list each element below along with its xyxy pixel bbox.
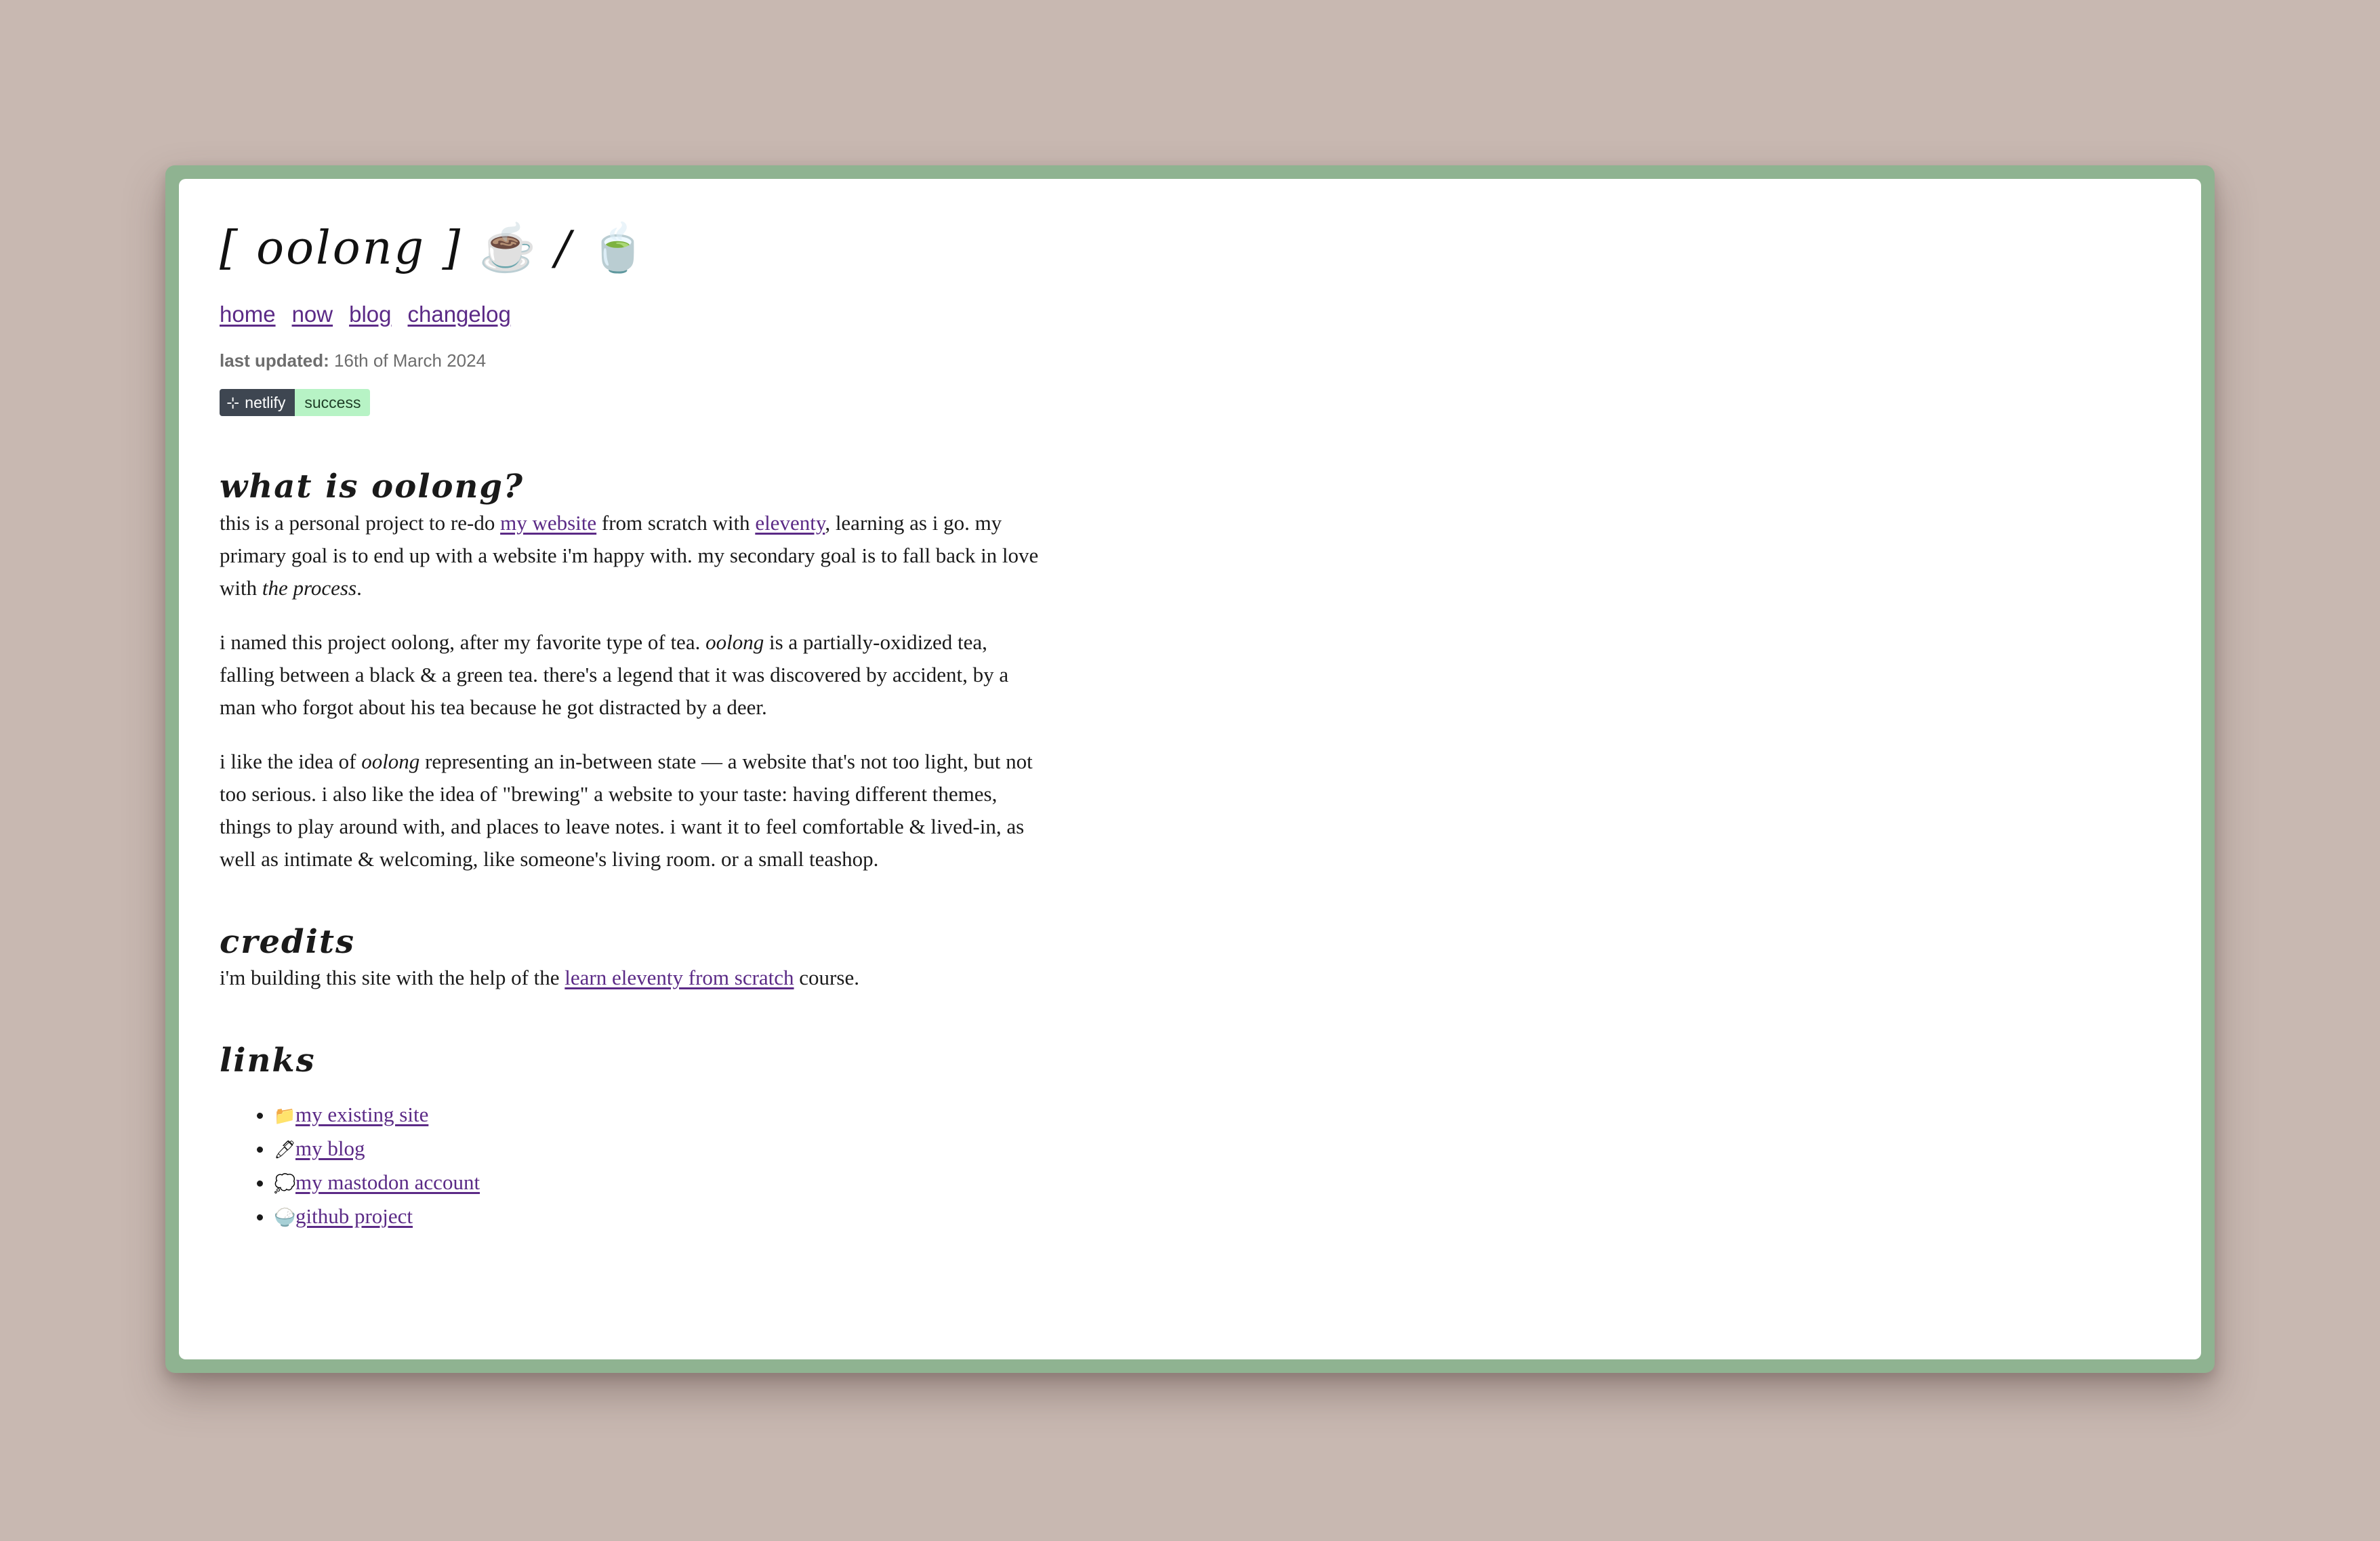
about-p1-emphasis: the process <box>262 575 357 600</box>
credits-text-b: course. <box>794 966 859 990</box>
github-project-link[interactable]: github project <box>295 1204 413 1228</box>
window-frame: [ oolong ] ☕ / 🍵 home now blog changelog… <box>165 165 2215 1373</box>
about-paragraph-2: i named this project oolong, after my fa… <box>220 626 1046 724</box>
links-heading: links <box>220 1042 316 1080</box>
list-item: 🍚github project <box>274 1200 1046 1234</box>
last-updated-label: last updated: <box>220 350 329 371</box>
badge-row: ⊹ netlify success <box>220 371 1046 416</box>
links-list: 📁my existing site 🖊my blog 💭my mastodon … <box>220 1098 1046 1234</box>
site-title-text: [ oolong ] <box>220 222 463 275</box>
about-p3-text-a: i like the idea of <box>220 749 362 773</box>
about-paragraph-1: this is a personal project to re-do my w… <box>220 507 1046 604</box>
mastodon-link[interactable]: my mastodon account <box>295 1170 480 1194</box>
title-separator: / <box>555 222 573 275</box>
content-card: [ oolong ] ☕ / 🍵 home now blog changelog… <box>179 179 2201 1359</box>
credits-paragraph: i'm building this site with the help of … <box>220 962 1046 994</box>
folder-icon: 📁 <box>274 1105 296 1126</box>
nav-blog-link[interactable]: blog <box>349 302 391 327</box>
netlify-icon: ⊹ <box>226 393 240 411</box>
badge-status: success <box>295 389 371 416</box>
nav-home-link[interactable]: home <box>220 302 276 327</box>
about-p2-text-a: i named this project oolong, after my fa… <box>220 630 706 654</box>
about-paragraph-3: i like the idea of oolong representing a… <box>220 745 1046 876</box>
my-website-link[interactable]: my website <box>500 511 596 535</box>
list-item: 📁my existing site <box>274 1098 1046 1132</box>
about-p1-text-a: this is a personal project to re-do <box>220 510 501 535</box>
list-item: 💭my mastodon account <box>274 1166 1046 1200</box>
site-title: [ oolong ] ☕ / 🍵 <box>220 220 1046 277</box>
about-heading: what is oolong? <box>220 468 525 506</box>
main-nav: home now blog changelog <box>220 302 1046 327</box>
nav-changelog-link[interactable]: changelog <box>408 302 511 327</box>
blog-link[interactable]: my blog <box>295 1136 365 1160</box>
existing-site-link[interactable]: my existing site <box>295 1103 428 1126</box>
speech-bubble-icon: 💭 <box>274 1173 296 1194</box>
credits-heading: credits <box>220 922 356 961</box>
nav-now-link[interactable]: now <box>292 302 333 327</box>
learn-eleventy-link[interactable]: learn eleventy from scratch <box>565 966 794 989</box>
about-p1-text-d: . <box>356 575 362 600</box>
rice-bowl-icon: 🍚 <box>274 1207 296 1228</box>
about-p1-text-b: from scratch with <box>596 510 756 535</box>
netlify-status-badge[interactable]: ⊹ netlify success <box>220 389 371 416</box>
last-updated-value: 16th of March 2024 <box>334 350 487 371</box>
badge-provider: ⊹ netlify <box>220 389 295 416</box>
last-updated: last updated: 16th of March 2024 <box>220 350 1046 371</box>
eleventy-link[interactable]: eleventy <box>755 511 825 535</box>
green-tea-icon: 🍵 <box>589 222 649 275</box>
badge-provider-label: netlify <box>245 393 286 411</box>
about-p3-emphasis: oolong <box>361 749 420 773</box>
coffee-cup-icon: ☕ <box>478 222 539 275</box>
about-p2-emphasis: oolong <box>705 630 764 654</box>
main-content: [ oolong ] ☕ / 🍵 home now blog changelog… <box>220 220 1046 1234</box>
list-item: 🖊my blog <box>274 1132 1046 1166</box>
pen-icon: 🖊 <box>274 1139 297 1160</box>
credits-text-a: i'm building this site with the help of … <box>220 966 565 990</box>
